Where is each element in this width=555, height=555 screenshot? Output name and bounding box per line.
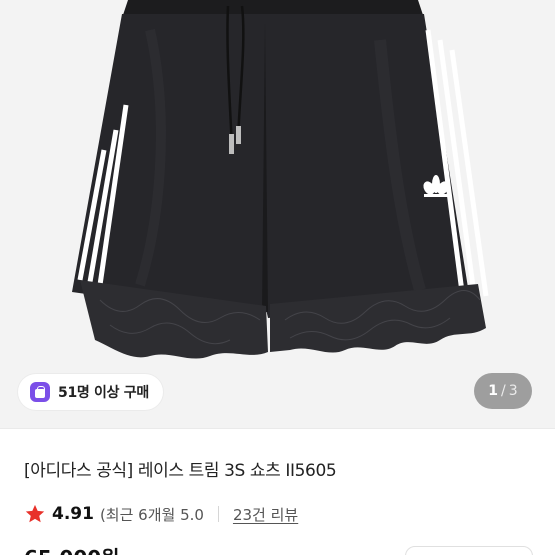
buyers-count-label: 51명 이상 구매	[58, 385, 149, 401]
rating-detail: (최근 6개월 5.0	[99, 505, 204, 524]
page-separator: /	[501, 383, 506, 399]
review-count-link[interactable]: 23건 리뷰	[233, 504, 298, 525]
shopping-bag-icon	[30, 382, 50, 402]
rating-row: 4.91 (최근 6개월 5.0 23건 리뷰	[24, 503, 298, 525]
star-icon	[25, 504, 45, 523]
image-page-indicator: 1 / 3	[474, 373, 532, 409]
product-photo-shorts	[72, 0, 489, 359]
product-price: 65,000원	[24, 542, 120, 555]
total-pages: 3	[508, 383, 518, 399]
section-divider	[0, 428, 555, 429]
buyers-count-badge: 51명 이상 구매	[18, 374, 163, 410]
rating-divider	[217, 506, 219, 522]
product-image-gallery[interactable]: 51명 이상 구매 1 / 3	[0, 0, 555, 428]
current-page: 1	[488, 383, 499, 399]
coupon-button[interactable]	[405, 546, 533, 555]
rating-value: 4.91	[52, 504, 94, 524]
product-title: [아디다스 공식] 레이스 트림 3S 쇼츠 II5605	[24, 461, 337, 481]
